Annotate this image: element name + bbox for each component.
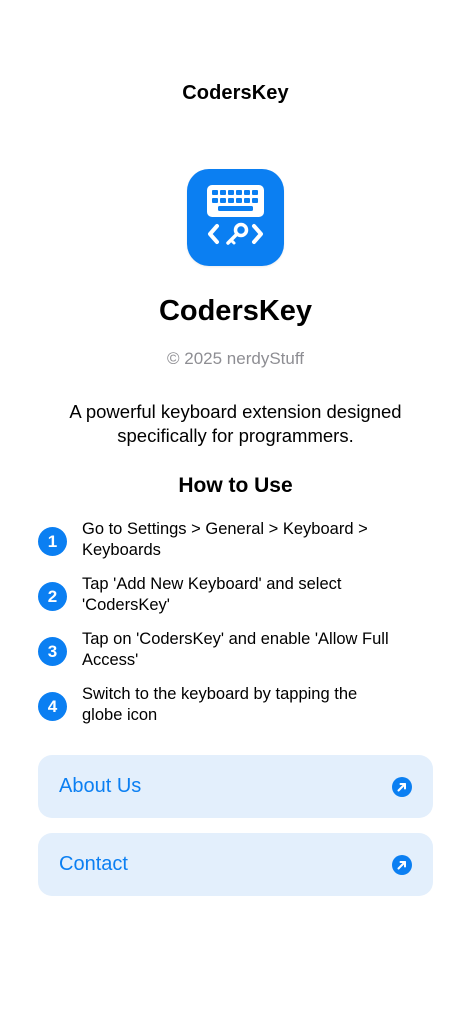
app-description: A powerful keyboard extension designed s… <box>69 401 402 446</box>
app-icon <box>187 169 284 266</box>
step-item: 4 Switch to the keyboard by tapping the … <box>38 684 438 739</box>
step-item: 2 Tap 'Add New Keyboard' and select 'Cod… <box>38 574 438 629</box>
step-number-badge: 2 <box>38 582 67 611</box>
external-arrow-icon <box>392 777 412 797</box>
step-number-badge: 4 <box>38 692 67 721</box>
step-text: Tap on 'CodersKey' and enable 'Allow Ful… <box>82 630 389 669</box>
contact-label: Contact <box>59 853 128 875</box>
how-to-use-heading: How to Use <box>178 474 293 497</box>
step-number-badge: 1 <box>38 527 67 556</box>
step-item: 1 Go to Settings > General > Keyboard > … <box>38 519 438 574</box>
app-name: CodersKey <box>158 295 313 327</box>
copyright-text: © 2025 nerdyStuff <box>167 349 304 368</box>
keyboard-code-key-icon <box>207 185 264 245</box>
step-number-badge: 3 <box>38 637 67 666</box>
step-text: Tap 'Add New Keyboard' and select 'Coder… <box>82 575 342 614</box>
step-text: Switch to the keyboard by tapping the gl… <box>82 685 358 724</box>
step-item: 3 Tap on 'CodersKey' and enable 'Allow F… <box>38 629 438 684</box>
contact-button[interactable]: Contact <box>38 833 433 896</box>
external-arrow-icon <box>392 855 412 875</box>
about-us-button[interactable]: About Us <box>38 755 433 818</box>
steps-list: 1 Go to Settings > General > Keyboard > … <box>38 519 438 739</box>
step-text: Go to Settings > General > Keyboard > Ke… <box>82 520 368 559</box>
nav-title: CodersKey <box>182 82 289 104</box>
about-us-label: About Us <box>59 775 142 797</box>
